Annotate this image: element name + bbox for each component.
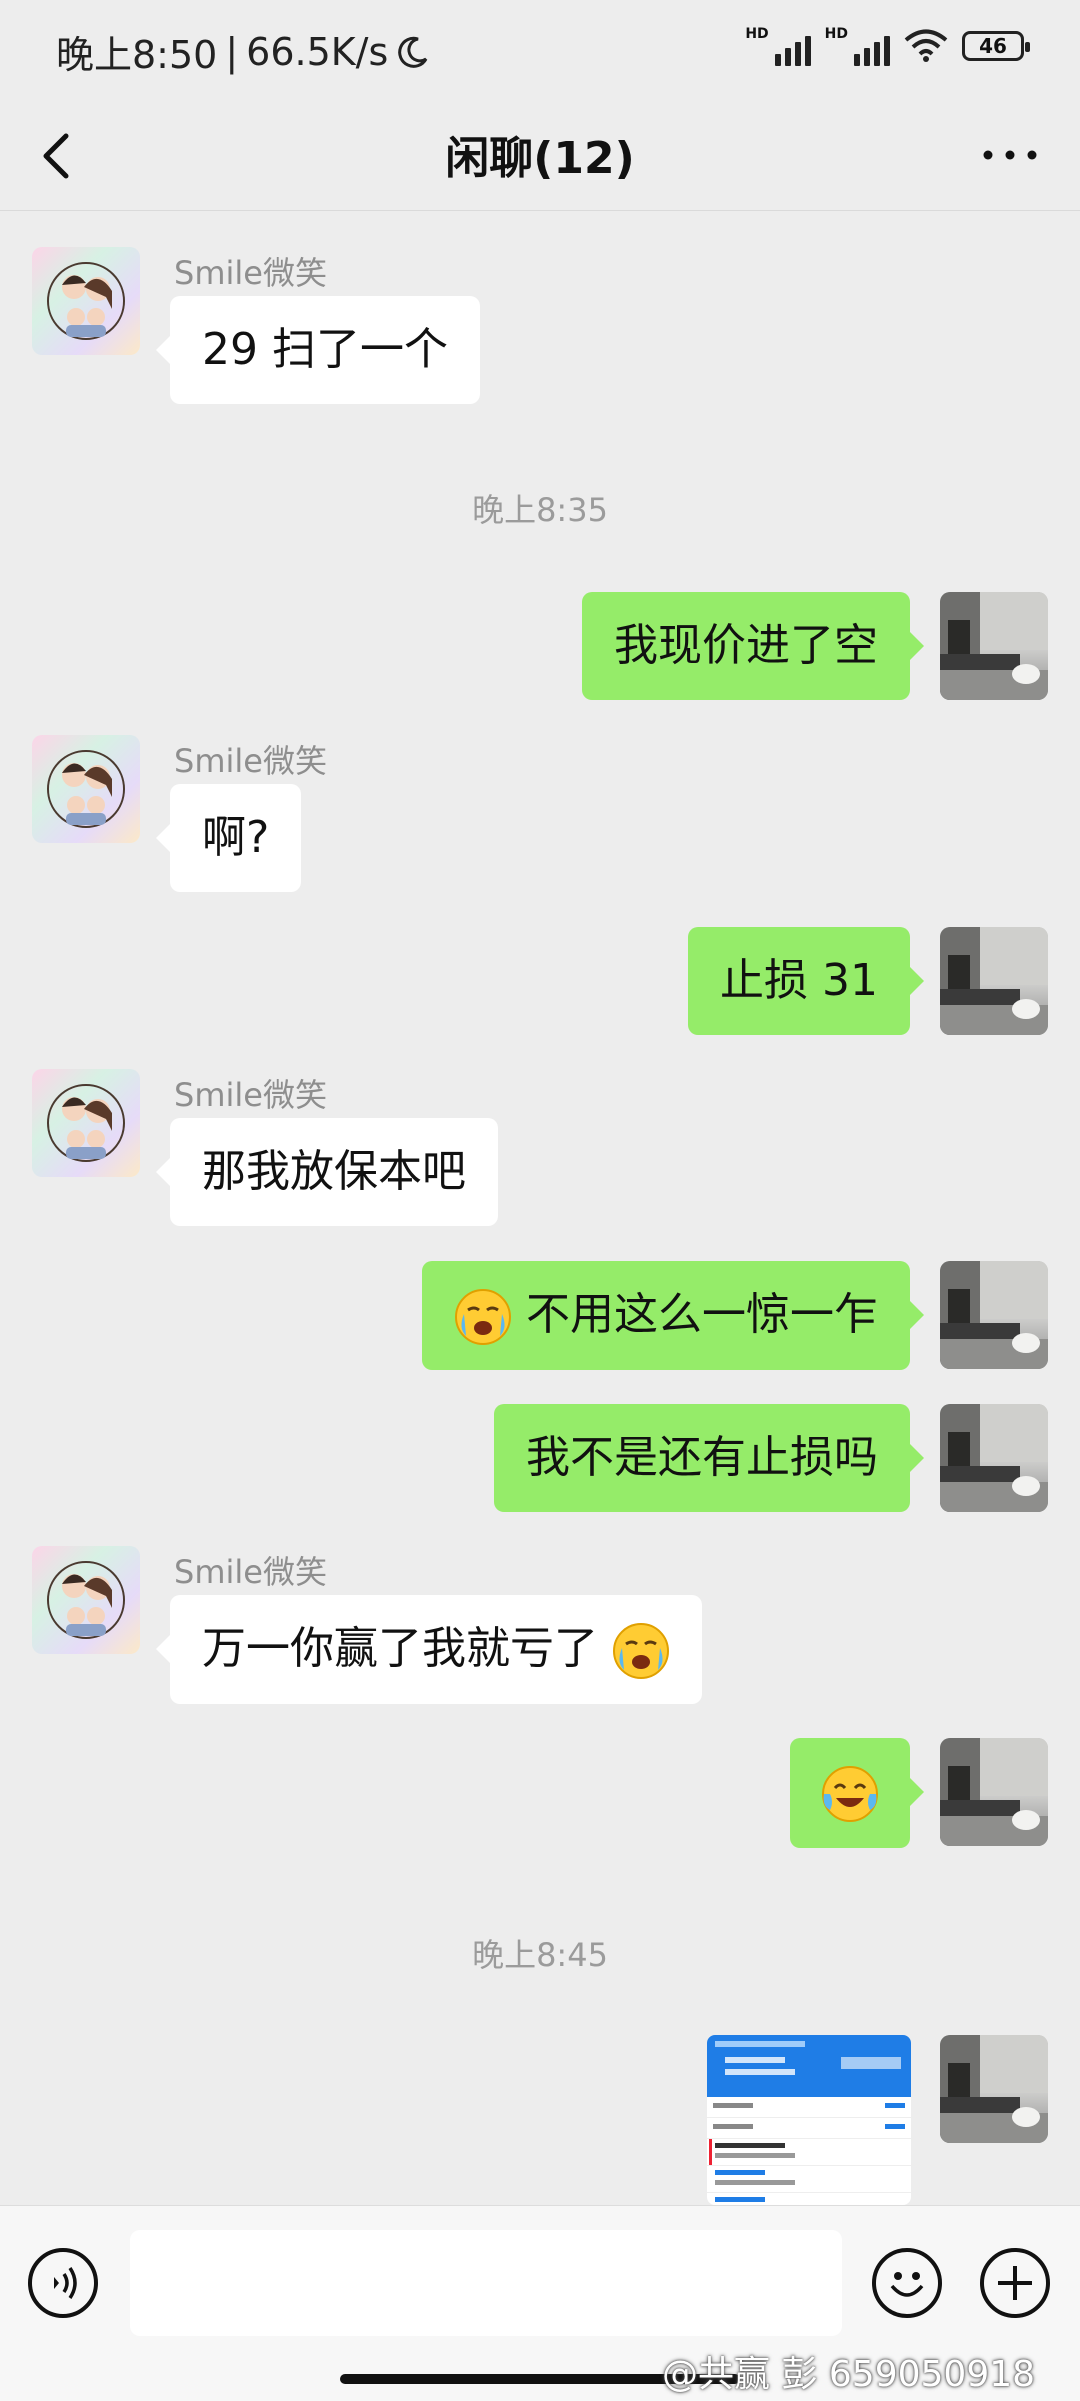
incoming-message[interactable]: 29 扫了一个 (156, 296, 480, 404)
chat-header: 闲聊(12) (0, 100, 1080, 211)
my-avatar[interactable] (940, 592, 1048, 700)
image-row (707, 2166, 911, 2193)
message-text: 止损 31 (720, 955, 878, 1006)
couple-avatar-icon (47, 1561, 125, 1639)
status-right: HD HD 46 (745, 26, 1030, 66)
chat-title: 闲聊(12) (445, 133, 635, 184)
message-text: 那我放保本吧 (202, 1146, 466, 1197)
moon-icon (398, 36, 428, 68)
signal-icon: HD (745, 26, 811, 66)
voice-icon (54, 2267, 77, 2299)
sender-name: Smile微笑 (174, 742, 327, 780)
hd-label: HD (745, 26, 769, 42)
incoming-message[interactable]: 那我放保本吧 (156, 1118, 498, 1226)
image-row (707, 2193, 911, 2205)
bathroom-photo-avatar (940, 1738, 1048, 1846)
more-options-icon[interactable] (970, 130, 1050, 180)
timestamp: 晚上8:35 (472, 491, 608, 529)
watermark: @共赢 彭 659050918 (662, 2345, 1035, 2397)
image-message[interactable] (707, 2035, 911, 2205)
hd-label: HD (824, 26, 848, 42)
laughing-tears-emoji-icon (822, 1766, 878, 1822)
status-separator: | (225, 29, 239, 74)
sender-name: Smile微笑 (174, 254, 327, 292)
plus-icon (998, 2266, 1032, 2300)
incoming-message[interactable]: 万一你赢了我就亏了 (156, 1595, 702, 1704)
smiley-icon (890, 2272, 924, 2297)
sender-avatar[interactable] (32, 1069, 140, 1177)
bathroom-photo-avatar (940, 1261, 1048, 1369)
message-text: 万一你赢了我就亏了 (202, 1623, 598, 1674)
battery-level: 46 (979, 34, 1007, 58)
status-left: 晚上8:50 | 66.5K/s (56, 24, 430, 79)
status-time: 晚上8:50 (56, 33, 218, 77)
couple-avatar-icon (47, 750, 125, 828)
watermark-text: @共赢 彭 659050918 (662, 2354, 1036, 2395)
bathroom-photo-avatar (940, 927, 1048, 1035)
battery-icon: 46 (962, 31, 1030, 61)
sender-name: Smile微笑 (174, 1553, 327, 1591)
message-text: 我不是还有止损吗 (526, 1432, 878, 1483)
bathroom-photo-avatar (940, 1404, 1048, 1512)
image-row (707, 2097, 911, 2118)
my-avatar[interactable] (940, 1738, 1048, 1846)
sender-avatar[interactable] (32, 1546, 140, 1654)
more-functions-button[interactable] (980, 2248, 1050, 2318)
crying-face-icon (455, 1289, 511, 1345)
outgoing-message[interactable]: 不用这么一惊一乍 (422, 1261, 924, 1370)
outgoing-message[interactable]: 我现价进了空 (582, 592, 924, 700)
network-speed: 66.5K/s (246, 29, 389, 74)
image-row (707, 2139, 911, 2166)
couple-avatar-icon (47, 1084, 125, 1162)
incoming-message[interactable]: 啊? (155, 784, 302, 892)
couple-avatar-icon (47, 262, 125, 340)
voice-input-button[interactable] (28, 2248, 98, 2318)
message-input[interactable] (130, 2230, 842, 2336)
message-text: 不用这么一惊一乍 (526, 1289, 878, 1340)
timestamp: 晚上8:45 (472, 1936, 608, 1974)
message-text: 我现价进了空 (614, 620, 878, 671)
emoji-button[interactable] (872, 2248, 942, 2318)
image-header (707, 2035, 911, 2097)
image-row (707, 2118, 911, 2139)
signal-icon: HD (825, 26, 890, 66)
message-text: 啊? (202, 812, 270, 863)
sender-avatar[interactable] (32, 735, 140, 843)
sender-avatar[interactable] (32, 247, 140, 355)
bathroom-photo-avatar (940, 592, 1048, 700)
status-bar: 晚上8:50 | 66.5K/s HD HD 46 (0, 0, 1080, 100)
my-avatar[interactable] (940, 1404, 1048, 1512)
outgoing-message[interactable] (790, 1738, 924, 1848)
message-text: 29 扫了一个 (202, 324, 448, 375)
my-avatar[interactable] (940, 927, 1048, 1035)
my-avatar[interactable] (940, 1261, 1048, 1369)
sender-name: Smile微笑 (174, 1076, 327, 1114)
wifi-icon (904, 29, 948, 62)
bathroom-photo-avatar (940, 2035, 1048, 2143)
my-avatar[interactable] (940, 2035, 1048, 2143)
outgoing-message[interactable]: 止损 31 (688, 927, 924, 1035)
outgoing-message[interactable]: 我不是还有止损吗 (494, 1404, 924, 1512)
crying-face-icon (613, 1623, 669, 1679)
